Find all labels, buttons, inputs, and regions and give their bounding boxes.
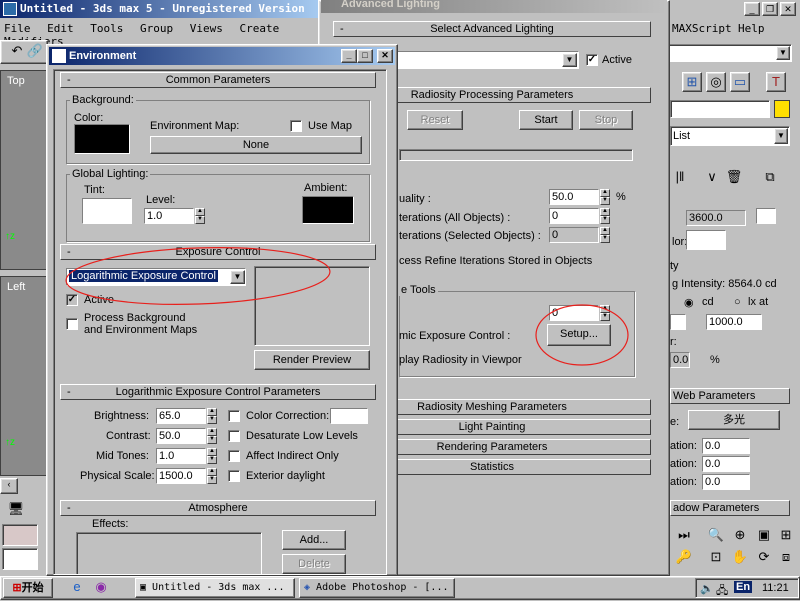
task-photoshop-label: Adobe Photoshop - [...	[316, 582, 449, 593]
clock[interactable]: 11:21	[762, 582, 789, 594]
annotation-ellipse-setup	[535, 304, 629, 366]
task-3dsmax-label: Untitled - 3ds max ...	[152, 582, 285, 593]
task-photoshop-icon: ◈	[304, 582, 317, 593]
start-label: 开始	[21, 582, 44, 594]
annotation-overlay	[65, 247, 629, 366]
taskbar-task-3dsmax[interactable]: ▣ Untitled - 3ds max ...	[135, 578, 295, 598]
start-menu-button[interactable]: ⊞开始	[3, 578, 53, 598]
system-tray: 🔈 🖧 En 11:21	[695, 578, 799, 598]
ie-icon[interactable]: e	[67, 578, 87, 598]
taskbar-task-photoshop[interactable]: ◈ Adobe Photoshop - [...	[299, 578, 455, 598]
volume-icon[interactable]: 🔈	[700, 582, 714, 595]
windows-logo-icon: ⊞	[12, 582, 22, 594]
quicklaunch-icon[interactable]: ◉	[91, 578, 111, 598]
input-language-badge[interactable]: En	[734, 581, 753, 593]
network-icon[interactable]: 🖧	[716, 582, 728, 601]
annotation-ellipse-exposure	[65, 247, 331, 305]
task-3dsmax-icon: ▣	[140, 582, 153, 593]
taskbar: ⊞开始 e ◉ ▣ Untitled - 3ds max ... ◈ Adobe…	[0, 576, 800, 600]
